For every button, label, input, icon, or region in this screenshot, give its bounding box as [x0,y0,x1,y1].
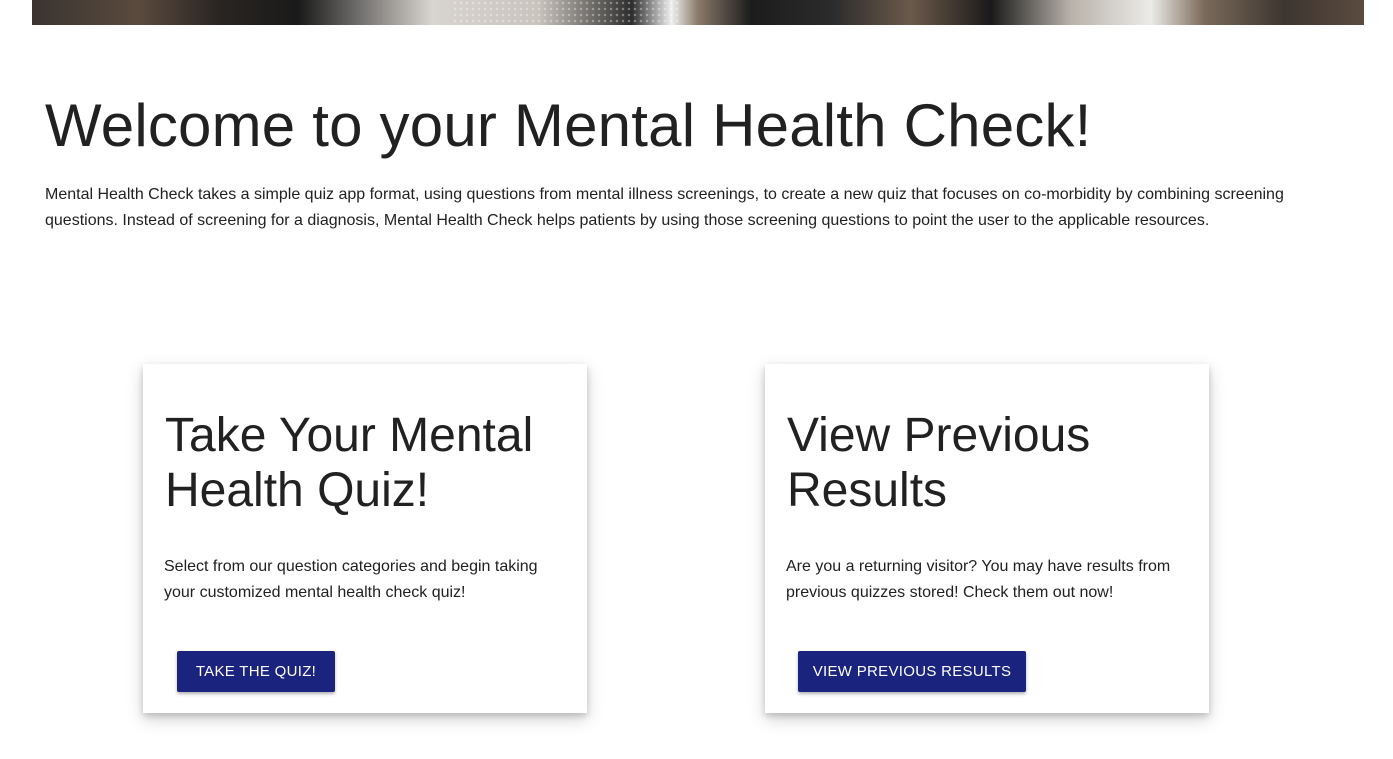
take-quiz-card-title: Take Your Mental Health Quiz! [165,409,534,517]
intro-paragraph: Mental Health Check takes a simple quiz … [45,186,1284,229]
hero-image-pattern [452,0,682,25]
take-quiz-card-description: Select from our question categories and … [164,558,538,601]
take-quiz-card: Take Your Mental Health Quiz! Select fro… [143,364,587,713]
page-title: Welcome to your Mental Health Check! [45,92,1092,159]
view-previous-results-button[interactable]: View Previous Results [798,651,1026,692]
previous-results-card: View Previous Results Are you a returnin… [765,364,1209,713]
previous-results-card-description: Are you a returning visitor? You may hav… [786,558,1171,601]
previous-results-card-title: View Previous Results [787,409,1091,517]
hero-image [32,0,1364,25]
take-quiz-button[interactable]: Take the Quiz! [177,651,335,692]
